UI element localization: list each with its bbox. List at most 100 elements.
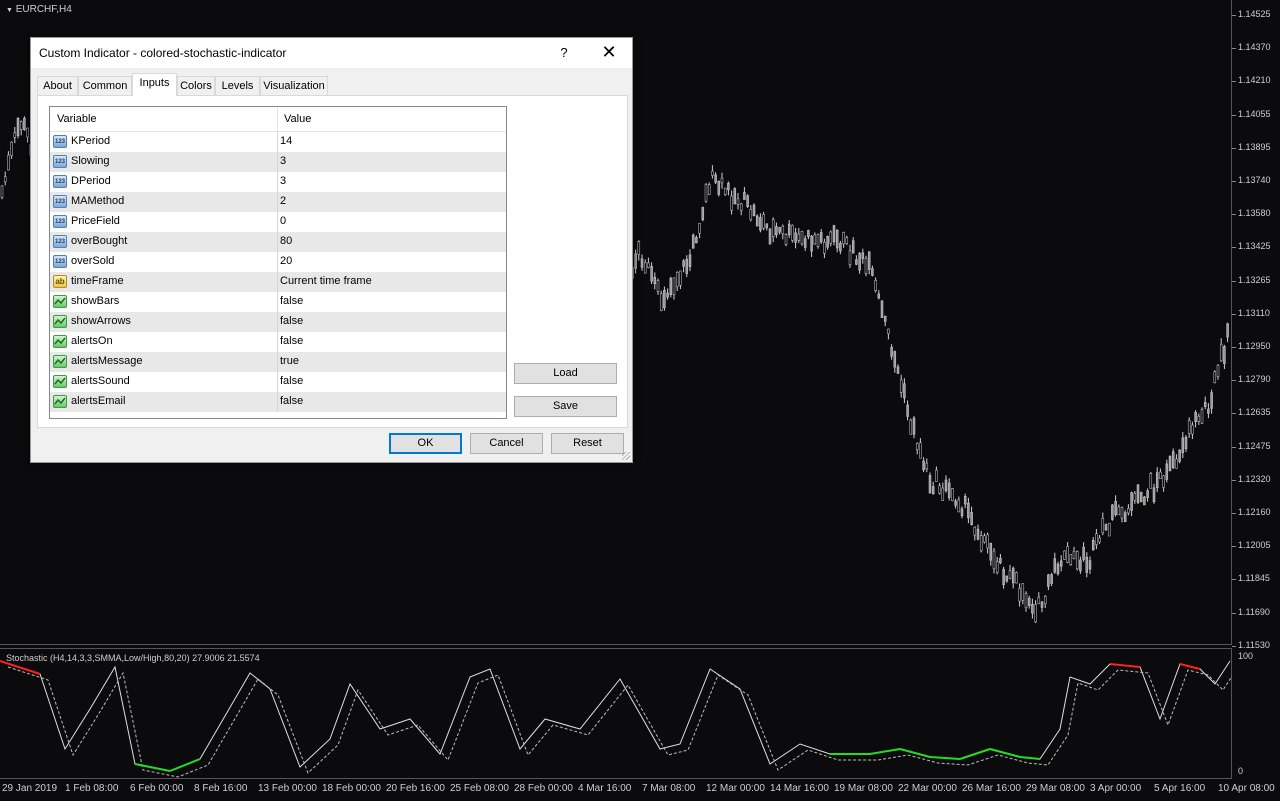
variable-value[interactable]: 3 — [280, 175, 286, 187]
stochastic-axis: 100 0 — [1232, 648, 1280, 778]
input-row[interactable]: 123 PriceField 0 — [50, 212, 506, 232]
column-divider — [277, 132, 278, 152]
oversold-segment — [134, 763, 171, 772]
candle-body — [835, 229, 839, 249]
variable-value[interactable]: 20 — [280, 255, 292, 267]
input-row[interactable]: 123 MAMethod 2 — [50, 192, 506, 212]
price-tick — [1232, 645, 1236, 647]
oversold-segment — [869, 748, 901, 755]
candle-body — [1098, 537, 1101, 543]
candle-body — [874, 280, 877, 291]
candle-body — [1184, 436, 1188, 449]
candle-body — [781, 225, 785, 235]
candle-body — [1178, 449, 1181, 462]
tab-about[interactable]: About — [37, 76, 78, 95]
input-row[interactable]: alertsEmail false — [50, 392, 506, 412]
input-row[interactable]: alertsMessage true — [50, 352, 506, 372]
candle-body — [1107, 522, 1111, 537]
candle-body — [1159, 471, 1162, 479]
candle-body — [877, 293, 881, 299]
candle-body — [1008, 570, 1012, 579]
variable-value[interactable]: false — [280, 315, 303, 327]
reset-button[interactable]: Reset — [551, 433, 624, 454]
candle-body — [1043, 596, 1047, 604]
load-button[interactable]: Load — [514, 363, 617, 384]
candle-body — [1136, 484, 1140, 503]
candle-body — [928, 475, 932, 494]
candle-body — [1117, 506, 1121, 516]
candle-body — [778, 227, 781, 233]
variable-value[interactable]: 2 — [280, 195, 286, 207]
input-row[interactable]: ab timeFrame Current time frame — [50, 272, 506, 292]
column-divider — [277, 152, 278, 172]
input-row[interactable]: 123 Slowing 3 — [50, 152, 506, 172]
date-label: 13 Feb 00:00 — [258, 783, 317, 794]
candle-body — [1101, 517, 1105, 534]
price-tick — [1232, 612, 1236, 614]
candle-body — [1047, 574, 1050, 587]
column-divider — [277, 392, 278, 412]
variable-value[interactable]: false — [280, 395, 303, 407]
price-tick — [1232, 147, 1236, 149]
dialog-titlebar[interactable]: Custom Indicator - colored-stochastic-in… — [31, 38, 632, 68]
candle-body — [723, 187, 727, 195]
candle-body — [941, 487, 945, 501]
tab-colors[interactable]: Colors — [177, 76, 215, 95]
candle-body — [899, 379, 903, 393]
candle-body — [989, 542, 993, 561]
input-row[interactable]: showArrows false — [50, 312, 506, 332]
close-button[interactable]: ✕ — [597, 40, 621, 64]
variable-value[interactable]: false — [280, 375, 303, 387]
candle-body — [695, 237, 698, 244]
candle-body — [1037, 596, 1041, 605]
candle-body — [679, 270, 682, 286]
candle-body — [896, 366, 900, 374]
tab-inputs[interactable]: Inputs — [132, 73, 177, 96]
price-tick — [1232, 114, 1236, 116]
input-row[interactable]: alertsSound false — [50, 372, 506, 392]
variable-value[interactable]: false — [280, 335, 303, 347]
candle-body — [752, 204, 756, 217]
input-row[interactable]: 123 overBought 80 — [50, 232, 506, 252]
variable-value[interactable]: Current time frame — [280, 275, 372, 287]
input-row[interactable]: 123 overSold 20 — [50, 252, 506, 272]
column-variable[interactable]: Variable — [57, 113, 97, 125]
candle-body — [688, 254, 692, 267]
boolean-type-icon — [53, 355, 67, 368]
save-button[interactable]: Save — [514, 396, 617, 417]
candle-body — [701, 207, 705, 221]
tab-common[interactable]: Common — [78, 76, 132, 95]
date-axis: 29 Jan 2019 1 Feb 08:00 6 Feb 00:00 8 Feb 1… — [0, 778, 1275, 801]
stochastic-window[interactable]: Stochastic (H4,14,3,3,SMMA,Low/High,80,2… — [0, 648, 1232, 778]
cancel-button[interactable]: Cancel — [470, 433, 543, 454]
candle-body — [1155, 472, 1159, 489]
tab-levels[interactable]: Levels — [215, 76, 260, 95]
input-row[interactable]: 123 DPeriod 3 — [50, 172, 506, 192]
candle-body — [1002, 568, 1005, 586]
variable-value[interactable]: 80 — [280, 235, 292, 247]
price-label: 1.13740 — [1238, 175, 1271, 185]
date-label: 26 Mar 16:00 — [962, 783, 1021, 794]
column-value[interactable]: Value — [284, 113, 311, 125]
variable-value[interactable]: 14 — [280, 135, 292, 147]
variable-value[interactable]: 0 — [280, 215, 286, 227]
variable-value[interactable]: 3 — [280, 155, 286, 167]
input-row[interactable]: 123 KPeriod 14 — [50, 132, 506, 152]
candle-body — [765, 223, 769, 229]
help-button[interactable]: ? — [554, 42, 574, 64]
candle-body — [634, 253, 637, 269]
integer-type-icon: 123 — [53, 235, 67, 248]
candle-body — [893, 351, 897, 368]
variable-value[interactable]: true — [280, 355, 299, 367]
resize-grip-icon[interactable] — [622, 452, 630, 460]
ok-button[interactable]: OK — [389, 433, 462, 454]
stochastic-signal-line — [7, 666, 1232, 778]
input-row[interactable]: alertsOn false — [50, 332, 506, 352]
candle-body — [1088, 560, 1092, 570]
candle-body — [749, 209, 753, 220]
variable-name: alertsEmail — [71, 395, 126, 407]
variable-value[interactable]: false — [280, 295, 303, 307]
tab-visualization[interactable]: Visualization — [260, 76, 328, 95]
candle-body — [845, 237, 849, 244]
input-row[interactable]: showBars false — [50, 292, 506, 312]
